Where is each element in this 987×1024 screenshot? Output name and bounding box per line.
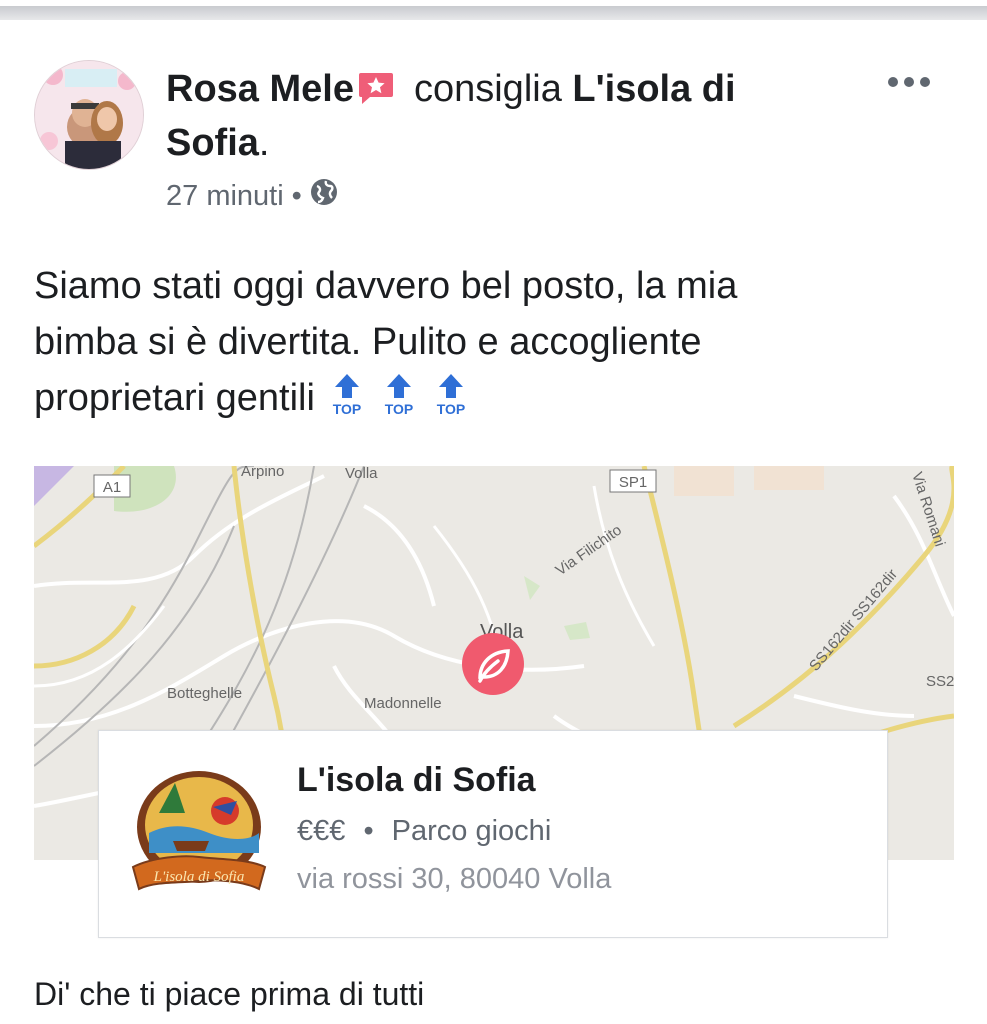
page-name-link-cont[interactable]: Sofia (166, 122, 259, 164)
post-text-line: Siamo stati oggi davvero bel posto, la m… (34, 265, 738, 307)
place-category: Parco giochi (391, 815, 552, 847)
globe-icon (310, 178, 338, 214)
price-range: €€€ (297, 815, 346, 847)
place-card[interactable]: L'isola di Sofia L'isola di Sofia €€€ • … (98, 730, 888, 938)
svg-text:TOP: TOP (385, 401, 414, 416)
post-text-line-3: proprietari gentili TOP TOP TOP (34, 370, 954, 426)
top-arrow-icon: TOP (327, 372, 367, 417)
map-label-sp1: SP1 (619, 474, 647, 491)
top-arrow-icon: TOP (431, 372, 471, 417)
like-prompt: Di' che ti piace prima di tutti (34, 976, 425, 1012)
place-address: via rossi 30, 80040 Volla (297, 863, 612, 895)
top-arrow-icon: TOP (379, 372, 419, 417)
post-text-line: bimba si è divertita. Pulito e accoglien… (34, 321, 702, 363)
top-edge (0, 0, 987, 26)
meta-separator: • (291, 179, 302, 212)
post-text-end: proprietari gentili (34, 377, 315, 419)
place-logo: L'isola di Sofia (129, 763, 269, 903)
place-subtitle: €€€ • Parco giochi (297, 815, 551, 848)
avatar[interactable] (34, 60, 144, 170)
timestamp[interactable]: 27 minuti (166, 180, 284, 213)
post-meta: 27 minuti • (166, 178, 338, 214)
map-label-ss2: SS2 (926, 673, 954, 690)
map-label-a1: A1 (103, 479, 121, 496)
map-pin-icon (462, 633, 524, 695)
svg-text:TOP: TOP (333, 401, 362, 416)
star-badge-icon (358, 66, 394, 104)
svg-text:L'isola di Sofia: L'isola di Sofia (153, 869, 245, 885)
subtitle-dot: • (363, 815, 374, 847)
map-label-volla: Volla (345, 466, 378, 482)
map-label-madonnelle: Madonnelle (364, 695, 442, 712)
post-text: Siamo stati oggi davvero bel posto, la m… (34, 258, 954, 426)
svg-text:TOP: TOP (437, 401, 466, 416)
action-verb: consiglia (413, 68, 562, 110)
map-label-botteghelle: Botteghelle (167, 685, 242, 702)
page-name-link[interactable]: L'isola di (572, 68, 735, 110)
map-label-arpino: Arpino (241, 466, 284, 480)
author-name[interactable]: Rosa Mele (166, 68, 354, 110)
header-period: . (258, 122, 270, 164)
post-header: Rosa Mele consiglia L'isola di Sofia. (166, 62, 866, 170)
place-title[interactable]: L'isola di Sofia (297, 761, 536, 800)
more-options-icon[interactable] (888, 70, 938, 94)
